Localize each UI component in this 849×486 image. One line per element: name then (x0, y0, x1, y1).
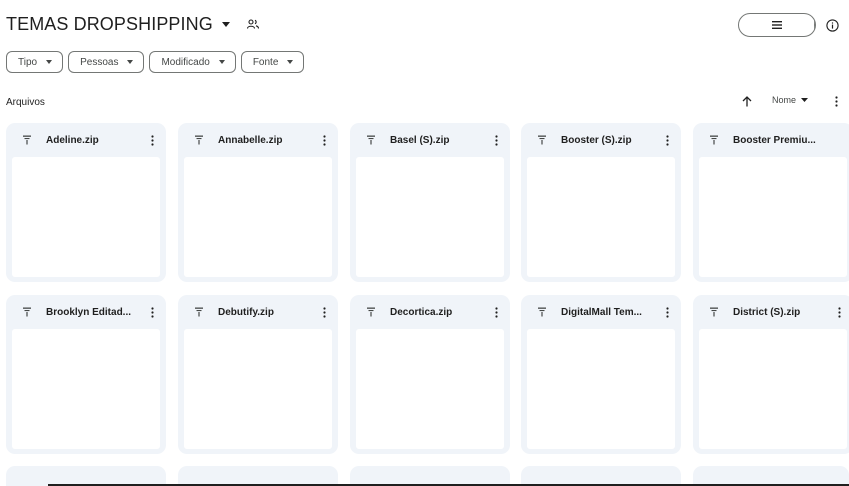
file-name: Annabelle.zip (218, 134, 283, 146)
file-card[interactable]: Booster (S).zip (521, 123, 681, 282)
file-card[interactable]: Decortica.zip (350, 295, 510, 454)
file-thumbnail[interactable] (184, 157, 332, 277)
file-thumbnail[interactable] (356, 157, 504, 277)
sort-by-dropdown[interactable]: Nome (772, 95, 809, 105)
file-more-options-icon[interactable] (318, 133, 330, 147)
view-toggle (738, 13, 816, 37)
list-view-button[interactable] (739, 14, 815, 36)
sort-direction-arrow-up-icon[interactable] (740, 94, 754, 108)
file-more-options-icon[interactable] (146, 133, 158, 147)
file-name: Booster Premiu... (733, 134, 816, 146)
file-card[interactable]: Annabelle.zip (178, 123, 338, 282)
filter-source-chip[interactable]: Fonte (240, 51, 305, 73)
zip-file-icon (367, 135, 375, 145)
file-more-options-icon[interactable] (833, 305, 845, 319)
zip-file-icon (710, 307, 718, 317)
file-thumbnail[interactable] (699, 157, 847, 277)
file-thumbnail[interactable] (12, 329, 160, 449)
files-section-label: Arquivos (6, 97, 45, 108)
file-name: Decortica.zip (390, 306, 453, 318)
file-card[interactable]: Debutify.zip (178, 295, 338, 454)
zip-file-icon (538, 135, 546, 145)
file-thumbnail[interactable] (699, 329, 847, 449)
filter-modified-chip[interactable]: Modificado (149, 51, 236, 73)
folder-header: TEMAS DROPSHIPPING (6, 10, 261, 38)
filter-people-chip[interactable]: Pessoas (68, 51, 145, 73)
file-name: Debutify.zip (218, 306, 274, 318)
zip-file-icon (23, 135, 31, 145)
chevron-down-icon (127, 58, 135, 66)
chevron-down-icon (46, 58, 54, 66)
filter-modified-label: Modificado (161, 56, 210, 68)
file-card-partial[interactable] (693, 466, 849, 486)
more-options-icon[interactable] (830, 94, 842, 108)
zip-file-icon (710, 135, 718, 145)
file-card[interactable]: District (S).zip (693, 295, 849, 454)
file-thumbnail[interactable] (356, 329, 504, 449)
zip-file-icon (367, 307, 375, 317)
file-more-options-icon[interactable] (661, 133, 673, 147)
file-card[interactable]: DigitalMall Tem... (521, 295, 681, 454)
file-card-partial[interactable] (6, 466, 166, 486)
file-more-options-icon[interactable] (318, 305, 330, 319)
filter-bar: Tipo Pessoas Modificado Fonte (6, 51, 305, 73)
folder-title[interactable]: TEMAS DROPSHIPPING (6, 14, 213, 35)
file-thumbnail[interactable] (12, 157, 160, 277)
file-card-partial[interactable] (350, 466, 510, 486)
filter-type-chip[interactable]: Tipo (6, 51, 64, 73)
zip-file-icon (195, 135, 203, 145)
filter-source-label: Fonte (252, 56, 279, 68)
file-more-options-icon[interactable] (146, 305, 158, 319)
folder-menu-chevron-icon[interactable] (219, 17, 233, 31)
file-name: Booster (S).zip (561, 134, 632, 146)
file-name: Adeline.zip (46, 134, 99, 146)
filter-people-label: Pessoas (80, 56, 119, 68)
zip-file-icon (538, 307, 546, 317)
chevron-down-icon (801, 98, 809, 102)
file-card[interactable]: Adeline.zip (6, 123, 166, 282)
file-name: Brooklyn Editad... (46, 306, 132, 318)
zip-file-icon (195, 307, 203, 317)
list-icon (771, 21, 782, 29)
info-icon[interactable] (824, 17, 840, 33)
file-more-options-icon[interactable] (490, 133, 502, 147)
file-thumbnail[interactable] (527, 329, 675, 449)
sort-by-label: Nome (772, 95, 797, 105)
file-more-options-icon[interactable] (661, 305, 673, 319)
file-name: DigitalMall Tem... (561, 306, 642, 318)
chevron-down-icon (287, 58, 295, 66)
file-thumbnail[interactable] (184, 329, 332, 449)
file-name: District (S).zip (733, 306, 801, 318)
file-thumbnail[interactable] (527, 157, 675, 277)
file-card-partial[interactable] (521, 466, 681, 486)
file-more-options-icon[interactable] (490, 305, 502, 319)
zip-file-icon (23, 307, 31, 317)
shared-people-icon[interactable] (245, 16, 261, 32)
file-card-partial[interactable] (178, 466, 338, 486)
filter-type-label: Tipo (18, 56, 38, 68)
file-card[interactable]: Brooklyn Editad... (6, 295, 166, 454)
chevron-down-icon (218, 58, 227, 66)
file-card[interactable]: Basel (S).zip (350, 123, 510, 282)
file-card[interactable]: Booster Premiu... (693, 123, 849, 282)
file-name: Basel (S).zip (390, 134, 450, 146)
